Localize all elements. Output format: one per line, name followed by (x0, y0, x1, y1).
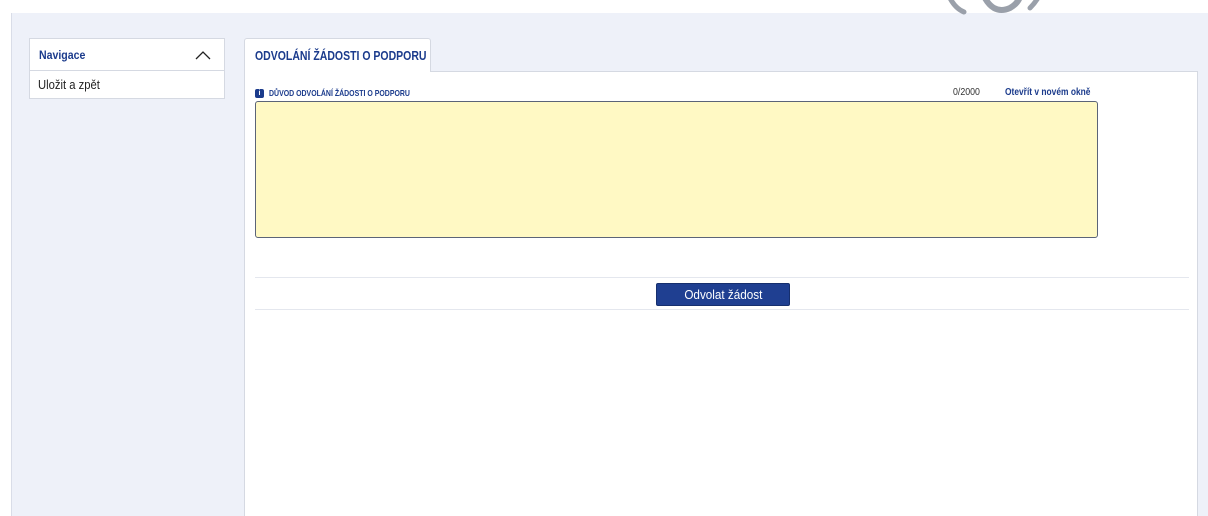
navigation-title: Navigace (39, 47, 86, 62)
divider-bottom (255, 309, 1189, 310)
form-panel: i DŮVOD ODVOLÁNÍ ŽÁDOSTI O PODPORU 0/200… (244, 71, 1198, 516)
character-counter: 0/2000 (953, 87, 980, 98)
tab-withdraw-application[interactable]: ODVOLÁNÍ ŽÁDOSTI O PODPORU (244, 38, 431, 72)
sidebar-item-save-and-back[interactable]: Uložit a zpět (30, 71, 224, 98)
field-label-row: i DŮVOD ODVOLÁNÍ ŽÁDOSTI O PODPORU (255, 88, 441, 98)
reason-field-label: DŮVOD ODVOLÁNÍ ŽÁDOSTI O PODPORU (269, 88, 410, 98)
navigation-panel: Navigace Uložit a zpět (29, 38, 225, 99)
tab-label: ODVOLÁNÍ ŽÁDOSTI O PODPORU (255, 48, 427, 63)
chevron-up-icon[interactable] (194, 49, 212, 61)
sidebar-item-label: Uložit a zpět (38, 77, 100, 92)
divider-top (255, 277, 1189, 278)
info-icon[interactable]: i (255, 88, 264, 98)
reason-textarea[interactable] (255, 101, 1098, 238)
withdraw-application-button[interactable]: Odvolat žádost (656, 283, 790, 306)
open-in-new-window-link[interactable]: Otevřít v novém okně (1005, 87, 1090, 98)
navigation-header[interactable]: Navigace (30, 39, 224, 71)
withdraw-button-label: Odvolat žádost (683, 287, 763, 302)
